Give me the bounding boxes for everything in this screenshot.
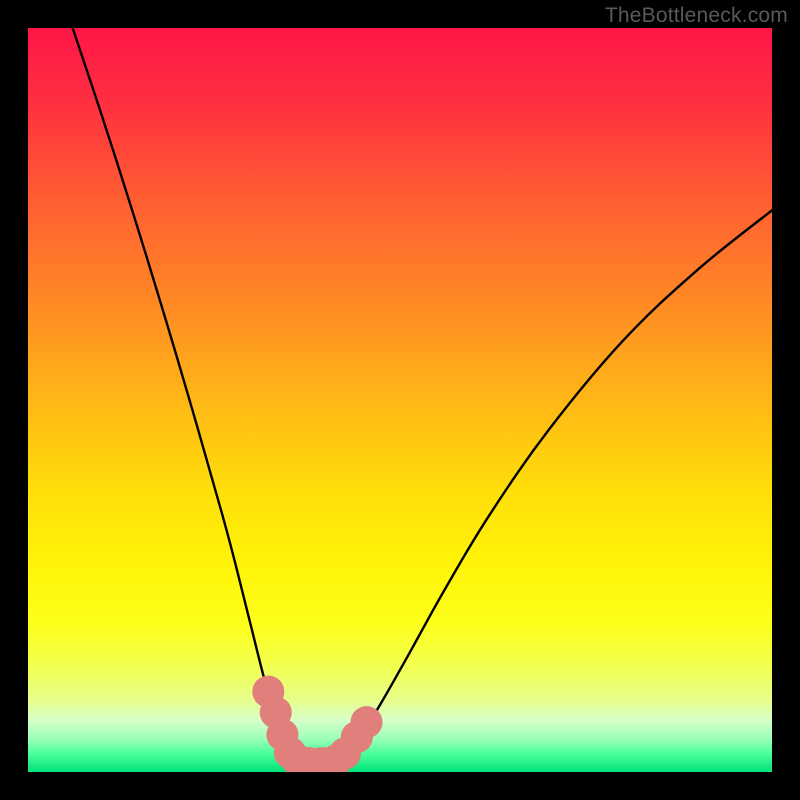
marker-dot [350, 706, 382, 738]
outer-frame: TheBottleneck.com [0, 0, 800, 800]
curve-lines [73, 28, 772, 763]
curve-markers [252, 676, 382, 772]
series-left-curve [73, 28, 296, 757]
plot-area [28, 28, 772, 772]
series-right-curve [340, 210, 772, 757]
watermark-text: TheBottleneck.com [605, 4, 788, 28]
chart-svg [28, 28, 772, 772]
